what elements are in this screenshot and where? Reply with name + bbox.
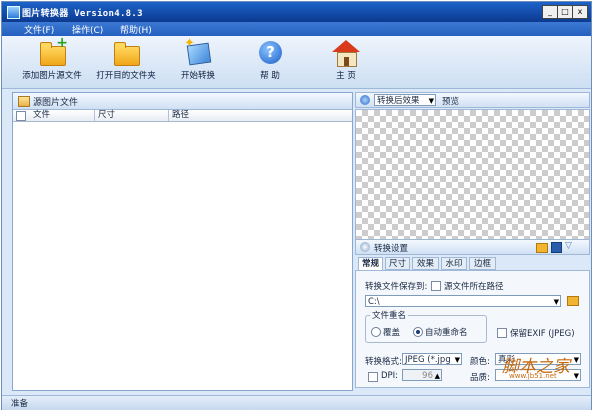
watermark-url: www.jb51.net (509, 372, 557, 380)
home-icon (332, 40, 360, 67)
source-files-header: 源图片文件 (13, 93, 352, 110)
tab-watermark[interactable]: 水印 (441, 257, 467, 270)
settings-header: 转换设置 ▽ (355, 239, 590, 255)
overwrite-label: 覆盖 (383, 328, 401, 338)
tab-border[interactable]: 边框 (469, 257, 496, 270)
open-target-button[interactable]: 打开目的文件夹 (94, 40, 158, 81)
keep-exif-checkbox[interactable] (497, 328, 507, 338)
overwrite-radio[interactable] (371, 327, 381, 337)
open-target-label: 打开目的文件夹 (96, 71, 156, 81)
source-path-label: 源文件所在路径 (444, 282, 504, 292)
preview-mode-select[interactable]: 转换后效果 ▼ (374, 94, 436, 106)
select-all-checkbox[interactable] (16, 111, 26, 121)
format-value: JPEG (*.jpg (405, 355, 451, 365)
window-title: 图片转换器 Version4.8.3 (22, 9, 143, 19)
app-window: 图片转换器 Version4.8.3 _ □ x 文件(F) 操作(C) 帮助(… (1, 1, 592, 410)
start-convert-button[interactable]: ✦ 开始转换 (176, 36, 220, 81)
dpi-input[interactable]: 96 ▲ (402, 369, 442, 381)
add-source-label: 添加图片源文件 (22, 71, 82, 81)
dpi-label: DPI: (381, 371, 399, 381)
magic-wand-icon: ✦ (184, 36, 212, 66)
auto-rename-label: 自动重命名 (425, 328, 468, 338)
color-label: 颜色: (470, 357, 490, 367)
chevron-down-icon: ▼ (454, 356, 460, 364)
rename-group-label: 文件重名 (370, 309, 409, 321)
minimize-button[interactable]: _ (542, 5, 558, 19)
help-icon: ? (256, 40, 284, 66)
spinner-icon: ▲ (434, 372, 440, 380)
dpi-value: 96 (422, 371, 433, 381)
help-button[interactable]: ? 帮 助 (252, 40, 288, 81)
home-label: 主 页 (336, 71, 356, 81)
source-path-checkbox[interactable] (431, 281, 441, 291)
preview-canvas (355, 109, 590, 248)
open-folder-icon[interactable] (536, 243, 548, 253)
quality-label: 品质: (470, 373, 490, 383)
menu-bar: 文件(F) 操作(C) 帮助(H) (2, 22, 591, 36)
preview-header: 转换后效果 ▼ 预览 (355, 92, 590, 108)
menu-file[interactable]: 文件(F) (24, 23, 54, 36)
column-file[interactable]: 文件 (27, 110, 95, 121)
menu-operation[interactable]: 操作(C) (72, 23, 103, 36)
collapse-icon[interactable]: ▽ (565, 241, 572, 251)
help-label: 帮 助 (260, 71, 280, 81)
tab-effect[interactable]: 效果 (412, 257, 439, 270)
close-button[interactable]: x (572, 5, 588, 19)
status-text: 准备 (11, 399, 29, 409)
add-source-button[interactable]: + 添加图片源文件 (20, 36, 84, 81)
auto-rename-radio[interactable] (413, 327, 423, 337)
save-path-select[interactable]: C:\ ▼ (365, 295, 561, 307)
keep-exif-label: 保留EXIF (JPEG) (510, 329, 575, 339)
preview-label: 预览 (442, 97, 460, 107)
settings-tabs: 常规 尺寸 效果 水印 边框 (355, 257, 590, 271)
search-icon (360, 95, 370, 105)
title-bar: 图片转换器 Version4.8.3 _ □ x (2, 2, 591, 22)
source-files-panel: 源图片文件 文件 尺寸 路径 (12, 92, 353, 391)
toolbar: + 添加图片源文件 打开目的文件夹 ✦ 开始转换 ? 帮 助 主 页 (2, 36, 591, 89)
browse-folder-icon[interactable] (567, 296, 579, 306)
settings-title: 转换设置 (374, 244, 409, 254)
folder-icon (112, 40, 140, 66)
save-to-label: 转换文件保存到: (365, 282, 428, 292)
gear-icon (360, 242, 370, 252)
chevron-down-icon: ▼ (573, 356, 579, 364)
dpi-checkbox[interactable] (368, 372, 378, 382)
save-icon[interactable] (551, 242, 562, 253)
home-button[interactable]: 主 页 (328, 40, 364, 81)
tab-size[interactable]: 尺寸 (385, 257, 410, 270)
start-convert-label: 开始转换 (180, 71, 215, 81)
source-files-title: 源图片文件 (33, 98, 79, 108)
tab-general[interactable]: 常规 (358, 257, 383, 271)
chevron-down-icon: ▼ (573, 372, 579, 380)
format-label: 转换格式: (365, 357, 402, 367)
add-folder-icon: + (38, 36, 68, 66)
right-panel: 转换后效果 ▼ 预览 转换设置 ▽ 常规 尺寸 效果 水印 边框 转换文件保存到:… (355, 92, 590, 389)
chevron-down-icon: ▼ (428, 97, 434, 105)
preview-mode-value: 转换后效果 (377, 96, 420, 106)
image-folder-icon (18, 96, 30, 107)
save-path-value: C:\ (368, 297, 380, 307)
app-icon (7, 6, 20, 19)
column-size[interactable]: 尺寸 (95, 110, 169, 121)
menu-help[interactable]: 帮助(H) (120, 23, 152, 36)
status-bar: 准备 (2, 395, 591, 410)
column-path[interactable]: 路径 (169, 110, 352, 121)
format-select[interactable]: JPEG (*.jpg ▼ (402, 353, 462, 365)
chevron-down-icon: ▼ (553, 298, 559, 306)
maximize-button[interactable]: □ (557, 5, 573, 19)
file-list-header: 文件 尺寸 路径 (13, 110, 352, 122)
